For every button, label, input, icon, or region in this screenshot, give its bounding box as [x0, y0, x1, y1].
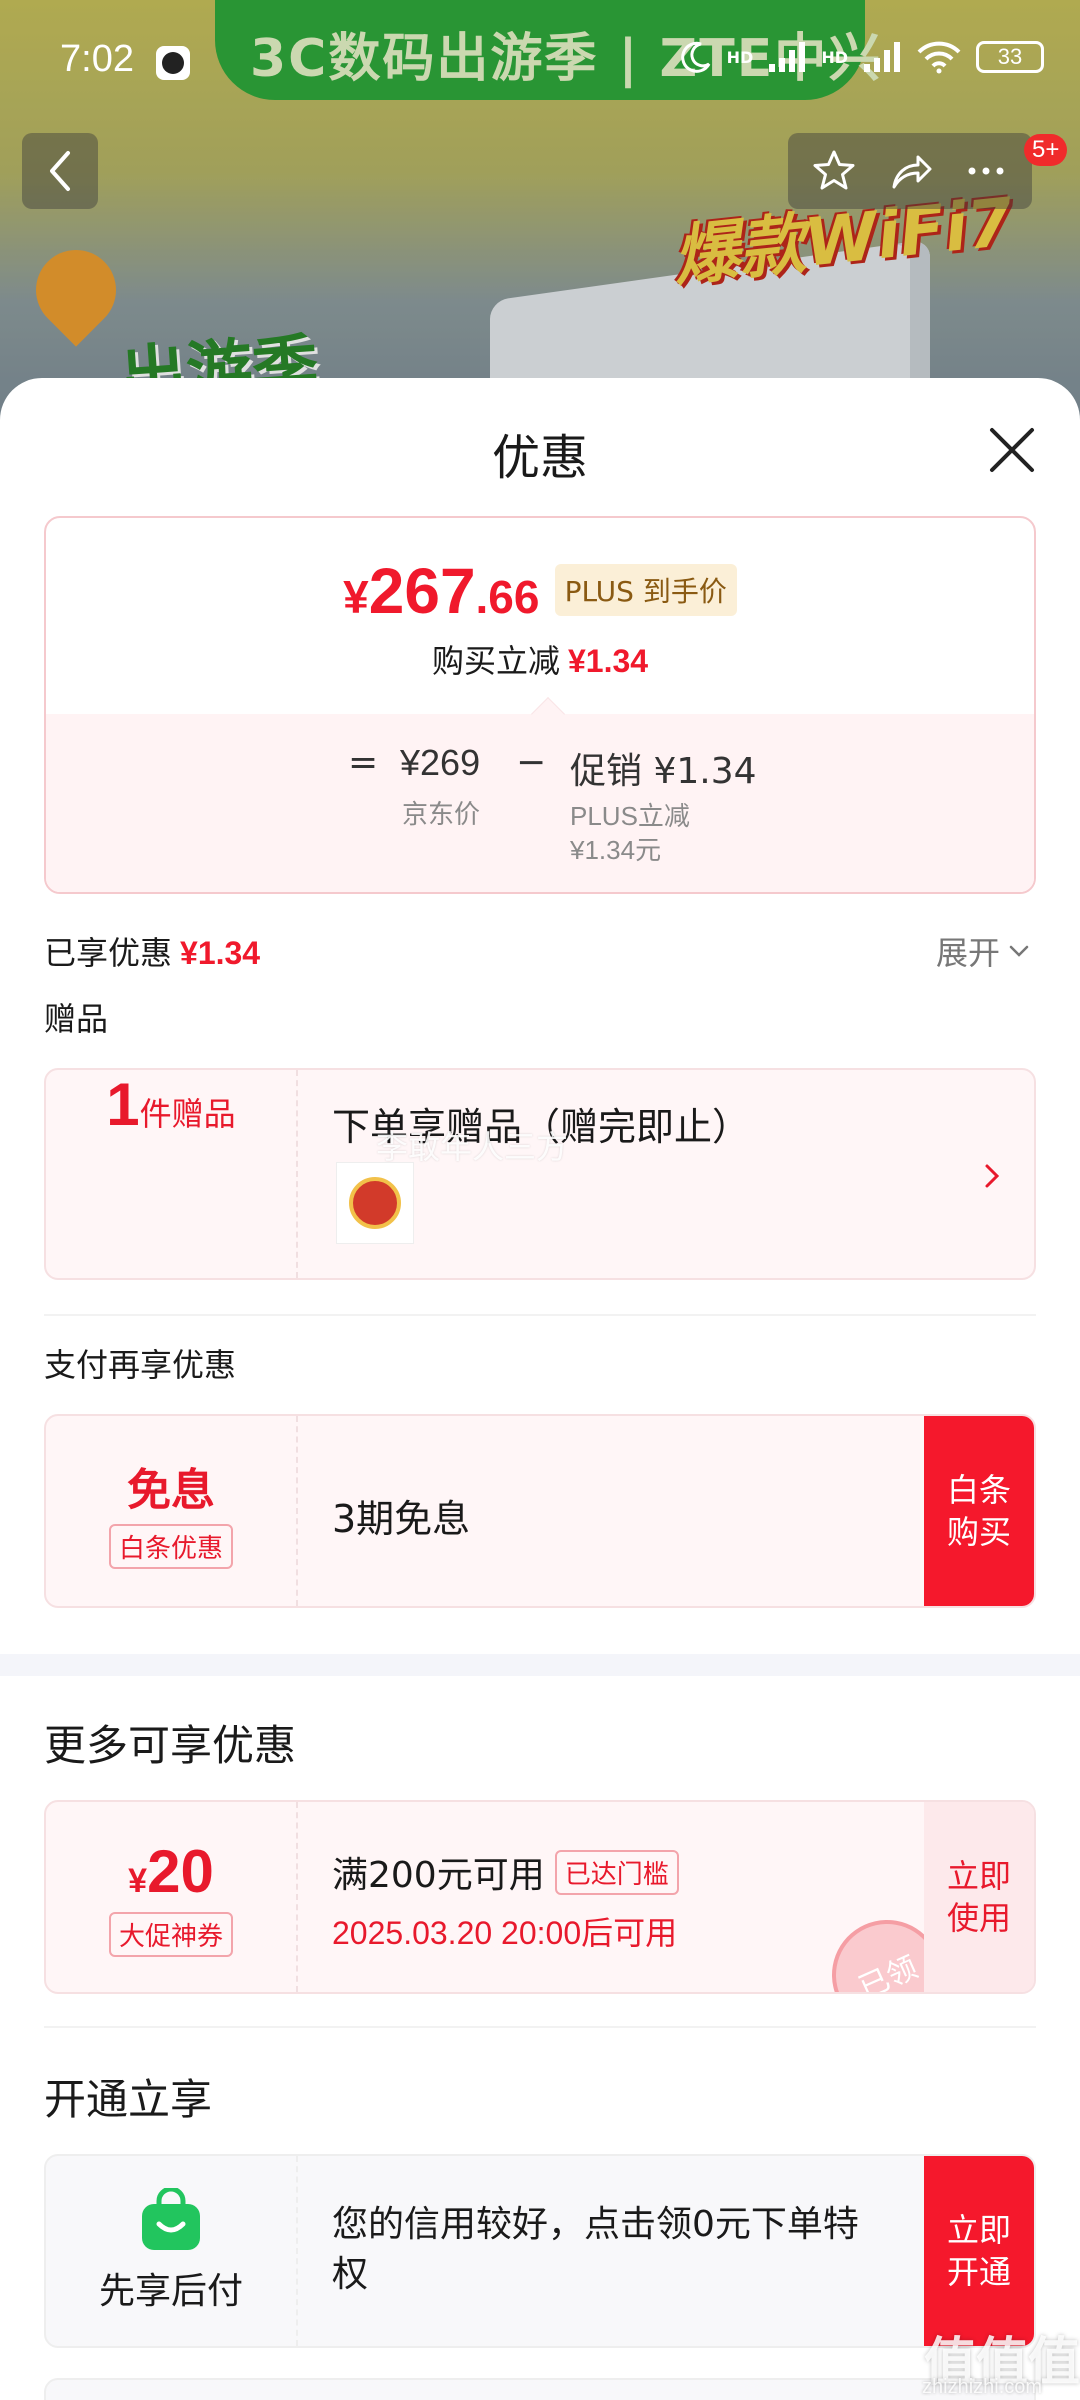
clock-app-icon — [156, 46, 190, 80]
coupon-condition-row: 满200元可用 已达门槛 — [332, 1846, 679, 1898]
final-price: ¥267.66 PLUS 到手价 — [46, 554, 1034, 628]
enjoyed-label: 已享优惠 — [44, 934, 173, 972]
coupon-amount: 20 — [147, 1838, 214, 1905]
signal-icon — [769, 42, 806, 72]
status-bar: 7:02 HD HD 33 — [0, 0, 1080, 120]
battery-indicator: 33 — [976, 41, 1044, 73]
shopping-bag-icon — [142, 2188, 200, 2250]
use-coupon-label: 立即使用 — [946, 1857, 1011, 1937]
plus-reduce-label: PLUS立减 — [570, 801, 690, 831]
buy-reduce-row: 购买立减 ¥1.34 — [46, 636, 1034, 682]
reached-tag: 已达门槛 — [554, 1849, 679, 1895]
status-time: 7:02 — [60, 38, 134, 80]
expand-label: 展开 — [936, 934, 1001, 972]
hd-label-2: HD — [821, 47, 848, 67]
hd-label: HD — [726, 47, 754, 67]
baitiao-buy-label: 白条购买 — [946, 1471, 1011, 1551]
more-icon[interactable] — [962, 147, 1010, 195]
use-coupon-button[interactable]: 立即使用 — [924, 1802, 1034, 1992]
jd-price: ¥269 — [400, 742, 481, 783]
pay-later-desc: 您的信用较好，点击领0元下单特权 — [332, 2204, 859, 2295]
top-toolbar — [788, 133, 1032, 209]
pay-later-card[interactable]: 先享后付 您的信用较好，点击领0元下单特权 立即开通 — [44, 2154, 1036, 2348]
interest-free-block: 免息 白条优惠 — [46, 1416, 298, 1606]
signal-icon-2 — [864, 42, 900, 72]
coupon-card[interactable]: ¥20 大促神券 满200元可用 已达门槛 2025.03.20 20:00后可… — [44, 1800, 1036, 1994]
promo-amount: 促销 ¥1.34 — [570, 751, 757, 792]
jd-price-label: 京东价 — [402, 800, 481, 830]
buy-reduce-label: 购买立减 — [431, 642, 560, 680]
watermark-url: zhizhizhi.com — [922, 2376, 1043, 2398]
chevron-right-icon — [985, 1164, 1000, 1188]
price-decimal: .66 — [475, 571, 540, 623]
interest-free-title: 免息 — [127, 1464, 215, 1516]
buy-reduce-amount: ¥1.34 — [567, 643, 649, 679]
cart-badge: 5+ — [1024, 134, 1068, 166]
open-section-title: 开通立享 — [44, 2075, 213, 2124]
coupon-condition: 满200元可用 — [332, 1855, 545, 1896]
baitiao-buy-button[interactable]: 白条购买 — [924, 1416, 1034, 1606]
pay-later-block: 先享后付 — [46, 2156, 298, 2346]
interest-free-desc: 3期免息 — [332, 1497, 471, 1541]
enjoyed-discount: 已享优惠 ¥1.34 — [44, 928, 260, 974]
expand-button[interactable]: 展开 — [936, 928, 1032, 974]
back-button[interactable] — [22, 133, 98, 209]
sheet-title: 优惠 — [491, 430, 588, 486]
discount-sheet: 优惠 ¥267.66 PLUS 到手价 购买立减 ¥1.34 = ¥269 京东价… — [0, 378, 1080, 2400]
minus-sign: − — [516, 742, 547, 783]
coupon-time: 2025.03.20 20:00后可用 — [332, 1915, 678, 1951]
coupon-tag: 大促神券 — [108, 1912, 233, 1957]
pay-later-label: 先享后付 — [98, 2271, 243, 2312]
gift-section-label: 赠品 — [44, 1000, 109, 1038]
status-icons: HD HD 33 — [679, 40, 1044, 74]
baitiao-tag: 白条优惠 — [108, 1523, 233, 1569]
next-card-peek — [44, 2378, 1036, 2400]
gift-count-block: 1 件赠品 — [46, 1070, 298, 1278]
plus-reduce-amount: ¥1.34元 — [570, 835, 662, 865]
plus-price-tag: PLUS 到手价 — [554, 564, 737, 616]
open-now-button[interactable]: 立即开通 — [924, 2156, 1034, 2346]
payment-section-label: 支付再享优惠 — [44, 1346, 237, 1384]
price-integer: 267 — [368, 555, 476, 627]
baitiao-card[interactable]: 免息 白条优惠 3期免息 白条购买 — [44, 1414, 1036, 1608]
gift-count: 1 — [106, 1071, 140, 1138]
chevron-left-icon — [50, 151, 70, 191]
price-breakdown-card: ¥267.66 PLUS 到手价 购买立减 ¥1.34 = ¥269 京东价 − … — [44, 516, 1036, 894]
moon-icon — [680, 41, 710, 73]
star-icon[interactable] — [810, 147, 858, 195]
more-section-title: 更多可享优惠 — [44, 1721, 297, 1770]
coupon-currency: ¥ — [128, 1862, 148, 1900]
chevron-down-icon — [1009, 945, 1029, 957]
share-icon[interactable] — [886, 147, 934, 195]
wifi-icon — [917, 41, 961, 74]
gift-count-unit: 件赠品 — [139, 1095, 236, 1133]
close-icon[interactable] — [984, 422, 1040, 478]
open-now-label: 立即开通 — [946, 2211, 1011, 2291]
equals-sign: = — [348, 742, 379, 783]
price-currency: ¥ — [343, 571, 369, 623]
gift-card[interactable]: 1 件赠品 下单享赠品（赠完即止） 李敢年人三方 — [44, 1068, 1036, 1280]
gift-thumbnail — [336, 1162, 414, 1244]
enjoyed-amount: ¥1.34 — [180, 935, 261, 971]
coupon-amount-block: ¥20 大促神券 — [46, 1802, 298, 1992]
